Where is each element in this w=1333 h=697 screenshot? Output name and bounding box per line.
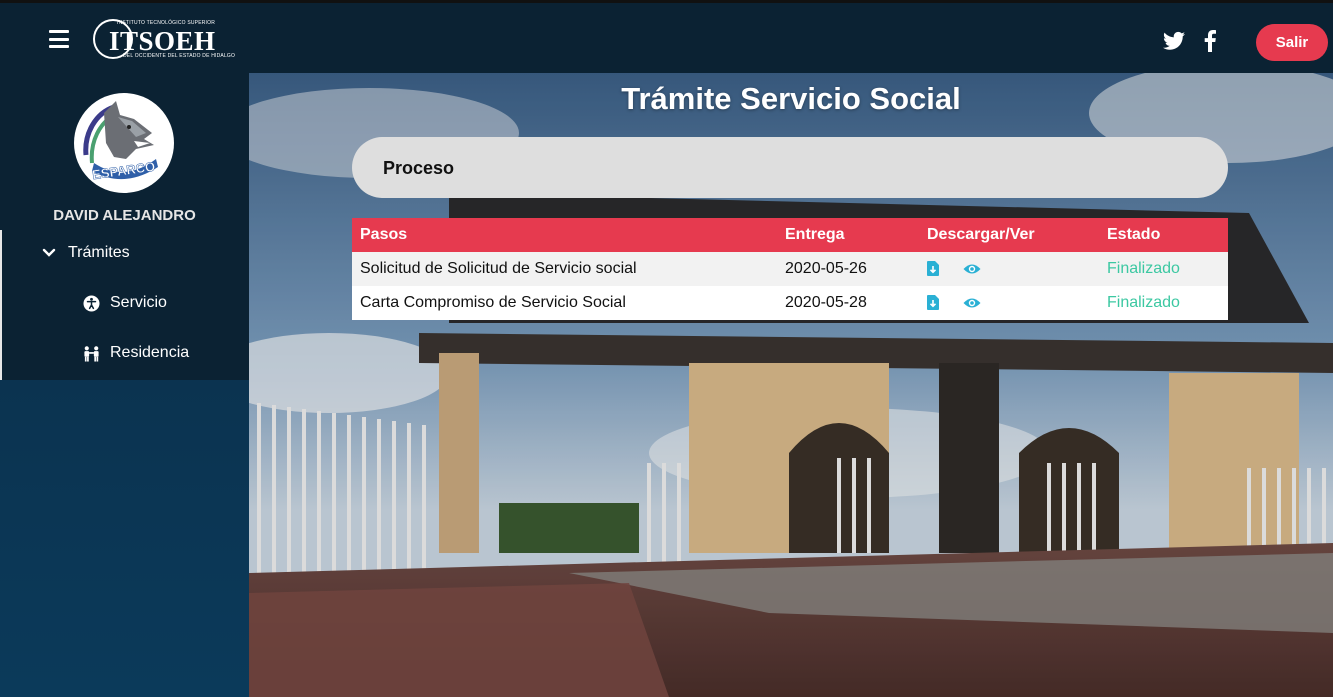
view-eye-icon[interactable] [963, 263, 981, 275]
page-title: Trámite Servicio Social [621, 81, 961, 116]
logo-bottom-line: DEL OCCIDENTE DEL ESTADO DE HIDALGO [123, 53, 236, 59]
main-content: Trámite Servicio Social Proceso Pasos En… [249, 73, 1333, 697]
download-icon[interactable] [927, 261, 939, 277]
download-icon[interactable] [927, 295, 939, 311]
table-row: Solicitud de Solicitud de Servicio socia… [352, 252, 1228, 286]
avatar: ESPARCO [74, 93, 174, 193]
status-text: Finalizado [1107, 294, 1180, 311]
sidebar-item-residencia[interactable]: Residencia [83, 344, 189, 362]
twitter-icon[interactable] [1163, 31, 1185, 51]
steps-table: Pasos Entrega Descargar/Ver Estado Solic… [352, 218, 1228, 320]
column-header-estado: Estado [1107, 226, 1161, 243]
actions-cell [919, 252, 1099, 286]
table-row: Carta Compromiso de Servicio Social 2020… [352, 286, 1228, 320]
top-bar: INSTITUTO TECNOLÓGICO SUPERIOR ITSOEH DE… [0, 0, 1333, 73]
hamburger-icon[interactable] [49, 30, 69, 48]
process-panel: Proceso [352, 137, 1228, 198]
delivery-date: 2020-05-26 [785, 260, 867, 277]
column-header-entrega: Entrega [785, 226, 845, 243]
sidebar-item-label: Residencia [110, 344, 190, 361]
chevron-down-icon [42, 248, 56, 257]
esparco-mascot-image: ESPARCO [77, 96, 171, 190]
sidebar-menu: Trámites Servicio Residencia [0, 230, 249, 380]
accessibility-icon [83, 295, 100, 311]
step-name: Carta Compromiso de Servicio Social [360, 294, 626, 311]
sidebar-item-label: Servicio [110, 294, 167, 311]
actions-cell [919, 286, 1099, 320]
sidebar-group-label: Trámites [68, 244, 130, 261]
sidebar: ESPARCO DAVID ALEJANDRO Trámites Servici… [0, 73, 249, 697]
facebook-icon[interactable] [1203, 30, 1217, 52]
table-header-row: Pasos Entrega Descargar/Ver Estado [352, 218, 1228, 252]
user-name: DAVID ALEJANDRO [53, 207, 196, 224]
logout-button[interactable]: Salir [1256, 24, 1328, 61]
step-name: Solicitud de Solicitud de Servicio socia… [360, 260, 637, 277]
process-label: Proceso [383, 158, 455, 178]
sidebar-group-tramites[interactable]: Trámites [42, 244, 130, 262]
itsoeh-logo[interactable]: INSTITUTO TECNOLÓGICO SUPERIOR ITSOEH DE… [93, 17, 235, 65]
sidebar-item-servicio[interactable]: Servicio [83, 294, 167, 312]
people-icon [84, 345, 99, 362]
status-text: Finalizado [1107, 260, 1180, 277]
column-header-descargar-ver: Descargar/Ver [927, 226, 1035, 243]
delivery-date: 2020-05-28 [785, 294, 867, 311]
view-eye-icon[interactable] [963, 297, 981, 309]
column-header-pasos: Pasos [360, 226, 408, 243]
